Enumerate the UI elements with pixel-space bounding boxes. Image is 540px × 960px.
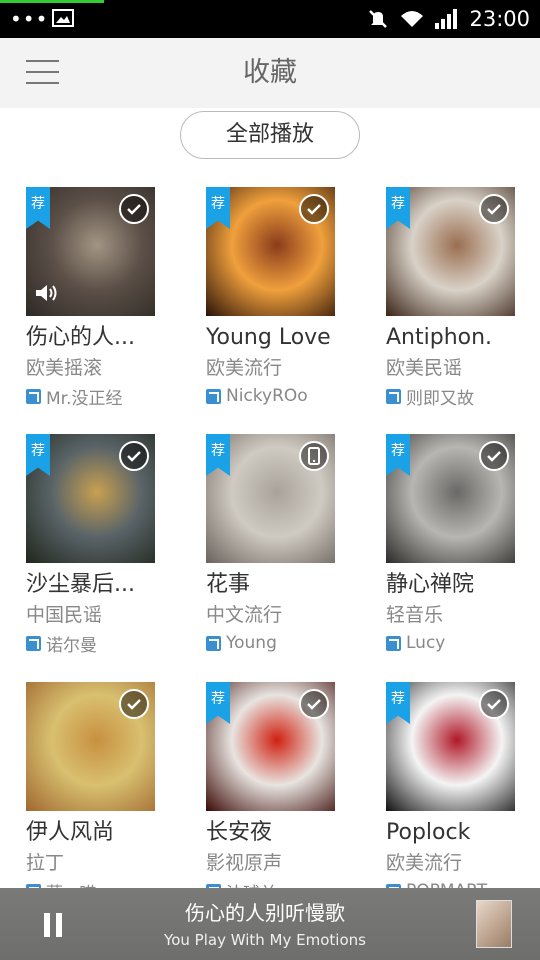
recommended-badge: 荐 bbox=[206, 434, 230, 476]
playlist-genre: 轻音乐 bbox=[386, 604, 444, 626]
playlist-genre: 影视原声 bbox=[206, 852, 283, 874]
play-all-button[interactable]: 全部播放 bbox=[180, 111, 360, 159]
status-bar: ••• 23:00 bbox=[0, 0, 540, 38]
recommended-badge: 荐 bbox=[206, 682, 230, 724]
playlist-creator[interactable]: Young bbox=[206, 632, 277, 654]
recommended-badge: 荐 bbox=[206, 187, 230, 229]
now-playing-bar[interactable]: 伤心的人别听慢歌 You Play With My Emotions bbox=[0, 888, 540, 960]
creator-name: NickyROo bbox=[226, 386, 308, 406]
wifi-icon bbox=[401, 11, 424, 27]
mute-icon bbox=[369, 10, 388, 28]
playlist-card[interactable]: 荐伤心的人... 欧美摇滚 Mr.没正经 bbox=[26, 187, 166, 417]
creator-name: Mr.没正经 bbox=[46, 388, 123, 409]
creator-name: 诺尔曼 bbox=[46, 635, 97, 656]
playlist-cover[interactable]: 荐 bbox=[386, 434, 515, 563]
share-arrow-icon bbox=[26, 635, 41, 651]
playlist-cover[interactable]: 荐 bbox=[386, 187, 515, 316]
check-icon[interactable] bbox=[299, 194, 329, 224]
recommended-badge: 荐 bbox=[386, 434, 410, 476]
playlist-cover[interactable]: 荐 bbox=[206, 187, 335, 316]
check-icon[interactable] bbox=[479, 689, 509, 719]
playlist-card[interactable]: 荐花事中文流行 Young bbox=[206, 434, 346, 664]
playlist-cover[interactable] bbox=[26, 682, 155, 811]
playlist-title[interactable]: 静心禅院 bbox=[386, 570, 526, 600]
share-arrow-icon bbox=[206, 635, 221, 651]
playlist-card[interactable]: 荐 Young Love 欧美流行 NickyROo bbox=[206, 187, 346, 417]
playlist-genre: 欧美流行 bbox=[386, 852, 463, 874]
now-playing-cover[interactable] bbox=[476, 900, 512, 948]
playlist-creator[interactable]: NickyROo bbox=[206, 385, 308, 407]
pause-icon[interactable] bbox=[42, 913, 66, 937]
image-notification-icon bbox=[52, 9, 74, 27]
notification-dots-icon: ••• bbox=[10, 7, 49, 31]
playlist-genre: 拉丁 bbox=[26, 852, 65, 874]
progress-line bbox=[0, 0, 104, 3]
playlist-title[interactable]: 长安夜 bbox=[206, 818, 346, 848]
speaker-icon bbox=[34, 282, 60, 304]
creator-name: Lucy bbox=[406, 633, 446, 653]
creator-name: 则即又故 bbox=[406, 388, 474, 409]
playlist-card[interactable]: 荐长安夜影视原声浊球关 bbox=[206, 682, 346, 912]
playlist-title[interactable]: Antiphon. bbox=[386, 323, 526, 353]
playlist-title[interactable]: Young Love bbox=[206, 323, 346, 353]
clock: 23:00 bbox=[469, 7, 530, 31]
playlist-title[interactable]: 沙尘暴后... bbox=[26, 570, 166, 600]
playlist-creator[interactable]: Lucy bbox=[386, 632, 445, 654]
creator-name: Young bbox=[226, 633, 277, 653]
playlist-cover[interactable]: 荐 bbox=[206, 682, 335, 811]
playlist-genre: 欧美民谣 bbox=[386, 357, 463, 379]
signal-icon bbox=[435, 9, 458, 29]
check-icon[interactable] bbox=[299, 689, 329, 719]
now-playing-subtitle: You Play With My Emotions bbox=[164, 931, 366, 949]
playlist-title[interactable]: 伤心的人... bbox=[26, 323, 166, 353]
check-icon[interactable] bbox=[479, 194, 509, 224]
playlist-card[interactable]: 荐静心禅院轻音乐 Lucy bbox=[386, 434, 526, 664]
playlist-genre: 中国民谣 bbox=[26, 604, 103, 626]
check-icon[interactable] bbox=[479, 441, 509, 471]
playlist-card[interactable]: 伊人风尚拉丁慕...喵 bbox=[26, 682, 166, 912]
recommended-badge: 荐 bbox=[26, 434, 50, 476]
check-icon[interactable] bbox=[119, 441, 149, 471]
share-arrow-icon bbox=[26, 388, 41, 404]
playlist-genre: 中文流行 bbox=[206, 604, 283, 626]
share-arrow-icon bbox=[386, 388, 401, 404]
share-arrow-icon bbox=[206, 388, 221, 404]
recommended-badge: 荐 bbox=[26, 187, 50, 229]
share-arrow-icon bbox=[386, 635, 401, 651]
playlist-cover[interactable]: 荐 bbox=[386, 682, 515, 811]
app-header: 收藏 bbox=[0, 38, 540, 108]
playlist-card[interactable]: 荐Poplock欧美流行POPMART bbox=[386, 682, 526, 912]
now-playing-title: 伤心的人别听慢歌 bbox=[185, 901, 345, 925]
playlist-cover[interactable]: 荐 bbox=[206, 434, 335, 563]
playlist-genre: 欧美流行 bbox=[206, 357, 283, 379]
playlist-title[interactable]: 花事 bbox=[206, 570, 346, 600]
playlist-cover[interactable]: 荐 bbox=[26, 187, 155, 316]
check-icon[interactable] bbox=[119, 689, 149, 719]
playlist-cover[interactable]: 荐 bbox=[26, 434, 155, 563]
recommended-badge: 荐 bbox=[386, 187, 410, 229]
playlist-card[interactable]: 荐 Antiphon. 欧美民谣则即又故 bbox=[386, 187, 526, 417]
playlist-creator[interactable]: 则即又故 bbox=[386, 385, 474, 409]
playlist-card[interactable]: 荐沙尘暴后... 中国民谣诺尔曼 bbox=[26, 434, 166, 664]
playlist-title[interactable]: Poplock bbox=[386, 818, 526, 848]
page-title: 收藏 bbox=[243, 57, 297, 88]
recommended-badge: 荐 bbox=[386, 682, 410, 724]
phone-icon[interactable] bbox=[299, 441, 329, 471]
playlist-creator[interactable]: 诺尔曼 bbox=[26, 632, 97, 656]
check-icon[interactable] bbox=[119, 194, 149, 224]
playlist-creator[interactable]: Mr.没正经 bbox=[26, 385, 123, 409]
playlist-genre: 欧美摇滚 bbox=[26, 357, 103, 379]
playlist-title[interactable]: 伊人风尚 bbox=[26, 818, 166, 848]
